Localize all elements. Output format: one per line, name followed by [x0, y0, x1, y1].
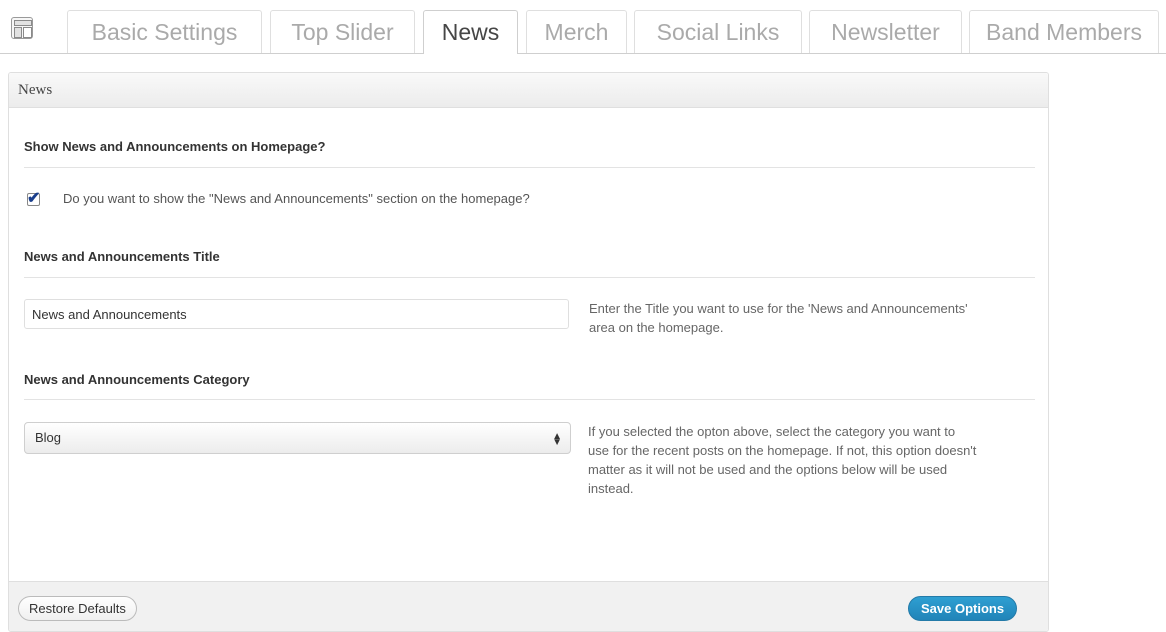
restore-defaults-button[interactable]: Restore Defaults: [18, 596, 137, 621]
news-category-select[interactable]: Blog ▲ ▼: [24, 422, 571, 454]
show-news-checkbox-label: Do you want to show the "News and Announ…: [63, 191, 530, 206]
divider: [24, 167, 1035, 168]
tab-top-slider[interactable]: Top Slider: [270, 10, 415, 53]
tab-bar-divider: [0, 53, 1166, 54]
layout-icon: [11, 17, 33, 39]
news-title-heading: News and Announcements Title: [24, 249, 220, 264]
tab-basic-settings[interactable]: Basic Settings: [67, 10, 262, 53]
checkmark-icon: ✔: [27, 190, 41, 207]
tab-news[interactable]: News: [423, 10, 518, 54]
news-category-selected-value: Blog: [35, 430, 62, 445]
news-title-description: Enter the Title you want to use for the …: [589, 301, 968, 335]
show-news-heading: Show News and Announcements on Homepage?: [24, 139, 326, 154]
tab-bar: Basic Settings Top Slider News Merch Soc…: [0, 0, 1166, 54]
divider: [24, 399, 1035, 400]
news-category-heading: News and Announcements Category: [24, 372, 250, 387]
tab-band-members[interactable]: Band Members: [969, 10, 1159, 53]
news-category-description: If you selected the opton above, select …: [588, 424, 977, 496]
tab-newsletter[interactable]: Newsletter: [809, 10, 962, 53]
show-news-checkbox[interactable]: ✔: [27, 190, 40, 207]
tab-social-links[interactable]: Social Links: [634, 10, 802, 53]
tab-merch[interactable]: Merch: [526, 10, 627, 53]
save-options-button[interactable]: Save Options: [908, 596, 1018, 621]
news-title-input[interactable]: [24, 299, 569, 329]
panel-title: News: [9, 73, 1048, 108]
news-panel: News Show News and Announcements on Home…: [8, 72, 1049, 632]
divider: [24, 277, 1035, 278]
panel-footer: Restore Defaults Save Options: [9, 581, 1048, 631]
